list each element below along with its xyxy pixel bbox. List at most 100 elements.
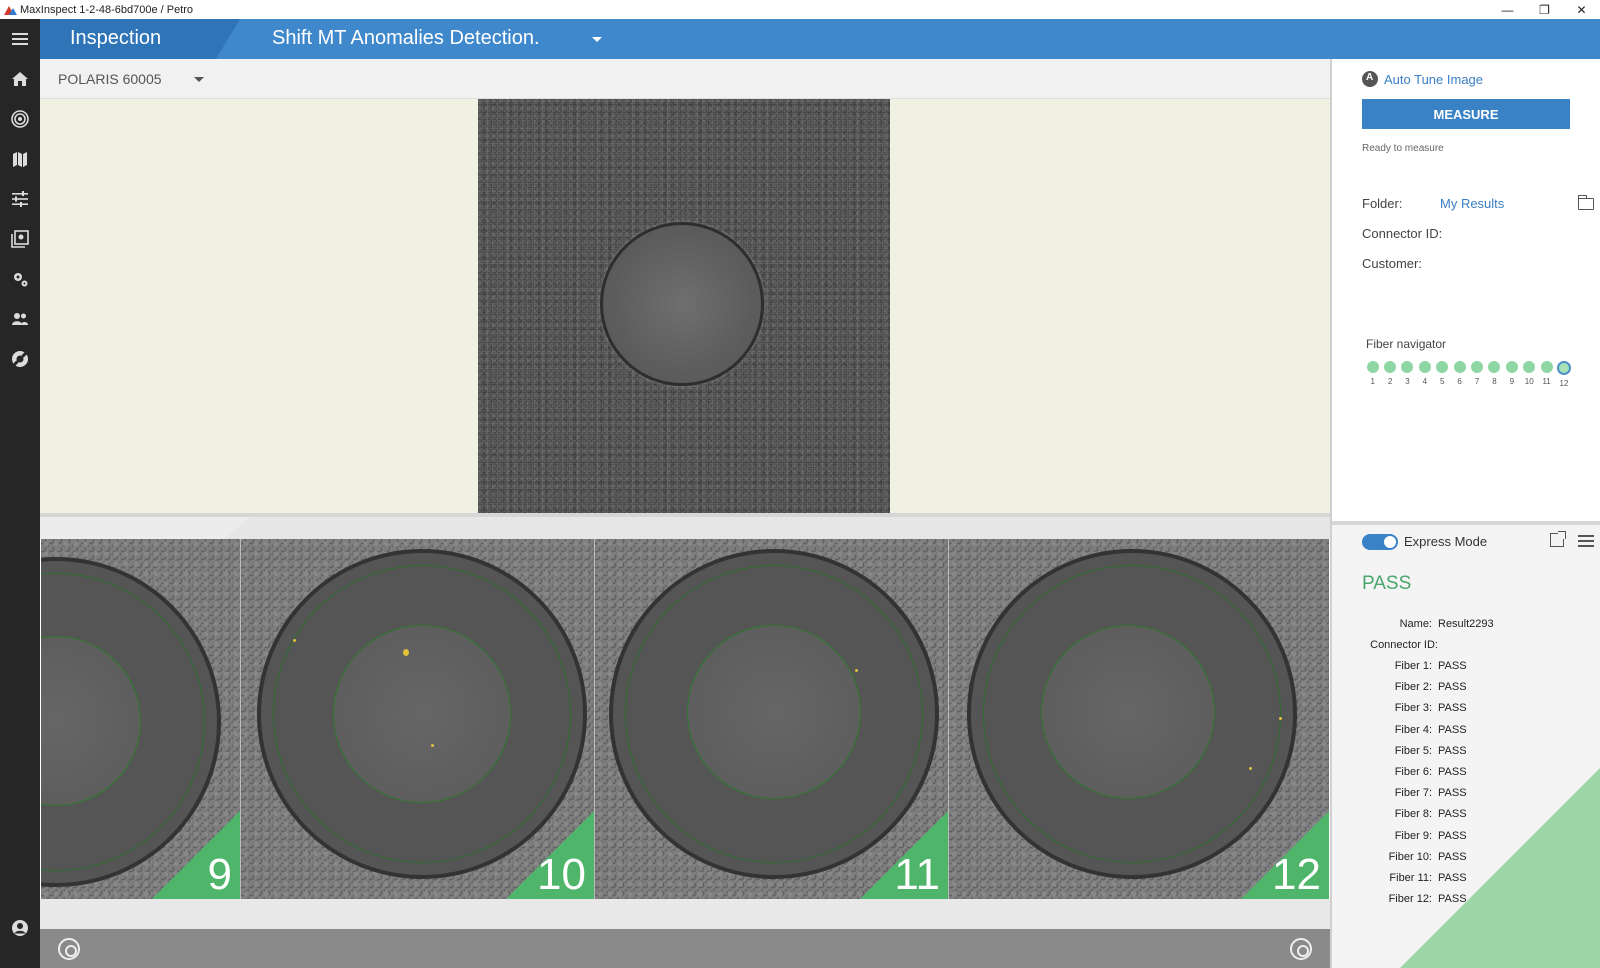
fiber-nav-item[interactable]: 9 [1503,361,1520,388]
express-mode-toggle[interactable] [1362,534,1398,550]
fiber-nav-number: 11 [1542,377,1551,386]
fiber-image [478,99,890,513]
live-view [40,99,1330,513]
support-icon[interactable] [0,339,40,379]
fiber-nav-number: 10 [1524,377,1534,386]
defect-marker [431,744,434,747]
device-selector[interactable]: POLARIS 60005 [58,71,162,87]
fiber-number: 9 [207,850,232,899]
target-icon[interactable] [0,99,40,139]
fiber-nav-dot[interactable] [1401,361,1414,373]
popout-icon[interactable] [1550,531,1566,547]
fiber-nav-dot[interactable] [1488,361,1501,373]
fiber-nav-dot[interactable] [1471,361,1484,373]
fiber-number: 11 [894,850,940,899]
fiber-result-value: PASS [1438,893,1467,906]
fiber-thumbnail[interactable]: 11 [595,539,949,899]
fiber-nav-item[interactable]: 1 [1364,361,1381,388]
defect-marker [403,649,409,656]
window-controls: — ❐ ✕ [1489,0,1600,19]
fiber-nav-dot[interactable] [1384,361,1397,373]
fiber-nav-item[interactable]: 5 [1434,361,1451,388]
fiber-nav-dot[interactable] [1505,361,1518,373]
fiber-number: 10 [537,850,586,899]
app-header: Inspection Shift MT Anomalies Detection. [40,19,1600,59]
fiber-result-value: PASS [1438,744,1467,757]
sliders-icon[interactable] [0,179,40,219]
fiber-nav-dot[interactable] [1453,361,1466,373]
folder-label: Folder: [1362,196,1403,211]
restore-icon[interactable]: ❐ [1526,0,1563,19]
section-title: Inspection [70,27,162,49]
fiber-nav-item[interactable]: 8 [1486,361,1503,388]
fiber-result-label: Fiber 6: [1394,766,1432,778]
chevron-down-icon[interactable] [592,37,602,42]
fiber-result-value: PASS [1438,829,1467,842]
account-icon[interactable] [0,908,40,948]
thumbnail-footer [40,899,1330,929]
fiber-result-value: PASS [1438,850,1467,863]
folder-value[interactable]: My Results [1440,196,1504,211]
fiber-nav-item[interactable]: 12 [1555,361,1572,388]
result-connector-label: Connector ID: [1370,639,1438,651]
thumbnail-header [40,517,1330,539]
fiber-result-label: Fiber 10: [1388,850,1432,863]
fiber-result-label: Fiber 3: [1394,702,1432,715]
fiber-nav-number: 8 [1492,377,1497,386]
gallery-icon[interactable] [0,219,40,259]
home-icon[interactable] [0,59,40,99]
close-icon[interactable]: ✕ [1563,0,1600,19]
aperture-icon[interactable] [58,938,80,960]
fiber-result-label: Fiber 11: [1389,872,1432,884]
defect-marker [855,669,858,672]
auto-tune-link[interactable]: Auto Tune Image [1362,71,1483,87]
fiber-thumbnail[interactable]: 12 [949,539,1329,899]
fiber-nav-item[interactable]: 2 [1381,361,1398,388]
device-bar: POLARIS 60005 [40,59,1330,99]
settings-icon[interactable] [0,259,40,299]
chevron-down-icon[interactable] [194,77,204,82]
fiber-thumbnail[interactable]: 9 [41,539,241,899]
fiber-nav-dot[interactable] [1366,361,1379,373]
fiber-nav-number: 3 [1405,377,1410,386]
fiber-nav-dot[interactable] [1523,361,1536,373]
folder-icon[interactable] [1578,195,1594,210]
fiber-result-value: PASS [1438,872,1467,884]
defect-marker [293,639,296,642]
connector-id-label: Connector ID: [1362,226,1443,241]
fiber-nav-item[interactable]: 7 [1468,361,1485,388]
map-icon[interactable] [0,139,40,179]
defect-marker [1249,767,1252,770]
minimize-icon[interactable]: — [1489,0,1526,19]
menu-icon[interactable] [1578,535,1594,547]
fiber-nav-dot[interactable] [1540,361,1553,373]
fiber-result-value: PASS [1438,766,1467,778]
result-status: PASS [1362,573,1412,594]
fiber-nav-item[interactable]: 6 [1451,361,1468,388]
auto-tune-icon [1362,71,1378,87]
fiber-nav-item[interactable]: 4 [1416,361,1433,388]
fiber-nav-item[interactable]: 11 [1538,361,1555,388]
users-icon[interactable] [0,299,40,339]
fiber-nav-dot[interactable] [1418,361,1431,373]
fiber-nav-dot[interactable] [1556,361,1571,375]
measure-button[interactable]: MEASURE [1362,99,1570,129]
express-mode-label: Express Mode [1404,534,1488,549]
view-settings-icon[interactable] [1290,938,1312,960]
fiber-result-label: Fiber 9: [1394,829,1432,842]
fiber-navigator: 1 2 3 4 5 6 7 8 9 10 11 12 [1364,361,1573,388]
fiber-result-label: Fiber 2: [1394,681,1432,694]
fiber-nav-item[interactable]: 10 [1521,361,1538,388]
fiber-result-label: Fiber 5: [1394,744,1432,757]
fiber-nav-dot[interactable] [1436,361,1449,373]
auto-tune-label: Auto Tune Image [1384,71,1484,87]
fiber-nav-item[interactable]: 3 [1399,361,1416,388]
menu-icon[interactable] [0,19,40,59]
tool-selector[interactable]: Shift MT Anomalies Detection. [272,27,540,50]
fiber-result-value: PASS [1438,723,1467,736]
fiber-thumbnail[interactable]: 10 [241,539,595,899]
thumbnail-strip: 9 10 11 12 [41,539,1329,899]
window-title: MaxInspect 1-2-48-6bd700e / Petro [20,3,194,16]
fiber-nav-number: 6 [1457,377,1462,386]
fiber-core [600,222,764,386]
